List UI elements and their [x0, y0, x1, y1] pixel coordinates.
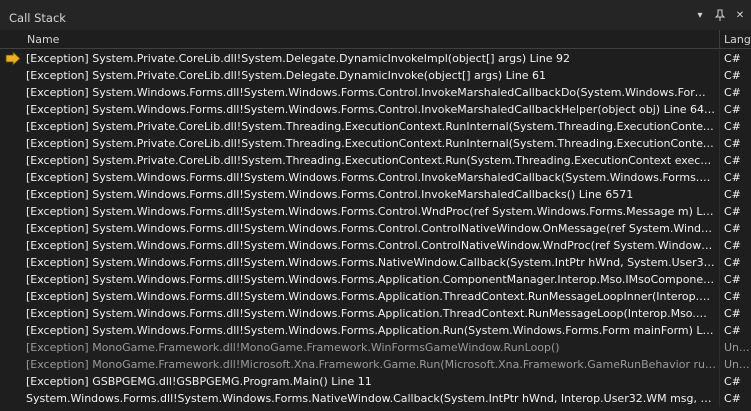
stack-frame-language: C# [724, 239, 741, 252]
stack-frame-row[interactable]: [Exception] System.Windows.Forms.dll!Sys… [0, 203, 751, 220]
column-separator [719, 169, 720, 186]
stack-frame-name: [Exception] System.Windows.Forms.dll!Sys… [26, 222, 716, 235]
stack-frame-name: [Exception] System.Private.CoreLib.dll!S… [26, 154, 716, 167]
column-separator [719, 152, 720, 169]
stack-frame-row[interactable]: [Exception] System.Windows.Forms.dll!Sys… [0, 288, 751, 305]
column-header-language[interactable]: Lang [724, 33, 751, 46]
stack-frame-row[interactable]: [Exception] System.Windows.Forms.dll!Sys… [0, 220, 751, 237]
column-header-name[interactable]: Name [27, 33, 59, 46]
stack-frame-language: C# [724, 392, 741, 405]
stack-frame-row[interactable]: [Exception] System.Windows.Forms.dll!Sys… [0, 169, 751, 186]
close-icon[interactable]: ✕ [735, 9, 745, 26]
stack-frame-name: [Exception] System.Windows.Forms.dll!Sys… [26, 103, 716, 116]
stack-frame-row[interactable]: [Exception] System.Private.CoreLib.dll!S… [0, 67, 751, 84]
stack-frame-name: [Exception] System.Windows.Forms.dll!Sys… [26, 188, 634, 201]
stack-frame-language: C# [724, 290, 741, 303]
stack-frame-row[interactable]: [Exception] System.Windows.Forms.dll!Sys… [0, 186, 751, 203]
column-separator [719, 390, 720, 407]
stack-frame-language: C# [724, 69, 741, 82]
stack-frame-language: C# [724, 86, 741, 99]
panel-title: Call Stack [9, 11, 66, 25]
stack-frame-row[interactable]: [Exception] System.Windows.Forms.dll!Sys… [0, 322, 751, 339]
stack-frame-name: [Exception] System.Private.CoreLib.dll!S… [26, 120, 716, 133]
stack-frame-row[interactable]: [Exception] System.Private.CoreLib.dll!S… [0, 118, 751, 135]
stack-frame-name: [Exception] System.Windows.Forms.dll!Sys… [26, 86, 716, 99]
column-separator [719, 67, 720, 84]
column-separator [719, 254, 720, 271]
stack-frame-language: C# [724, 324, 741, 337]
stack-frame-language: C# [724, 137, 741, 150]
column-separator [719, 101, 720, 118]
call-stack-list: [Exception] System.Private.CoreLib.dll!S… [0, 50, 751, 407]
stack-frame-name: [Exception] System.Windows.Forms.dll!Sys… [26, 171, 716, 184]
stack-frame-name: [Exception] System.Windows.Forms.dll!Sys… [26, 290, 716, 303]
title-icons: ▾ ✕ [695, 9, 745, 26]
column-separator [719, 118, 720, 135]
column-separator [719, 322, 720, 339]
column-separator [719, 288, 720, 305]
stack-frame-language: C# [724, 375, 741, 388]
stack-frame-row[interactable]: [Exception] System.Windows.Forms.dll!Sys… [0, 305, 751, 322]
stack-frame-name: [Exception] System.Private.CoreLib.dll!S… [26, 69, 547, 82]
pin-icon[interactable] [714, 9, 726, 26]
stack-frame-row[interactable]: [Exception] System.Private.CoreLib.dll!S… [0, 135, 751, 152]
stack-frame-name: [Exception] System.Windows.Forms.dll!Sys… [26, 239, 716, 252]
stack-frame-name: [Exception] System.Private.CoreLib.dll!S… [26, 52, 571, 65]
stack-frame-row[interactable]: [Exception] System.Private.CoreLib.dll!S… [0, 50, 751, 67]
dropdown-icon[interactable]: ▾ [695, 9, 705, 26]
stack-frame-name: [Exception] GSBPGEMG.dll!GSBPGEMG.Progra… [26, 375, 372, 388]
stack-frame-row[interactable]: [Exception] GSBPGEMG.dll!GSBPGEMG.Progra… [0, 373, 751, 390]
stack-frame-language: C# [724, 307, 741, 320]
column-separator [719, 203, 720, 220]
stack-frame-language: C# [724, 103, 741, 116]
stack-frame-language: C# [724, 171, 741, 184]
column-separator [719, 50, 720, 67]
stack-frame-name: [Exception] System.Windows.Forms.dll!Sys… [26, 273, 716, 286]
stack-frame-row[interactable]: [Exception] System.Windows.Forms.dll!Sys… [0, 101, 751, 118]
column-separator [719, 356, 720, 373]
stack-frame-language: C# [724, 256, 741, 269]
stack-frame-row[interactable]: [Exception] MonoGame.Framework.dll!MonoG… [0, 339, 751, 356]
stack-frame-language: C# [724, 154, 741, 167]
column-separator [719, 220, 720, 237]
stack-frame-name: [Exception] MonoGame.Framework.dll!MonoG… [26, 341, 560, 354]
stack-frame-name: System.Windows.Forms.dll!System.Windows.… [26, 392, 716, 405]
stack-frame-row[interactable]: [Exception] MonoGame.Framework.dll!Micro… [0, 356, 751, 373]
stack-frame-row[interactable]: [Exception] System.Windows.Forms.dll!Sys… [0, 271, 751, 288]
stack-frame-row[interactable]: System.Windows.Forms.dll!System.Windows.… [0, 390, 751, 407]
stack-frame-name: [Exception] System.Windows.Forms.dll!Sys… [26, 307, 716, 320]
stack-frame-row[interactable]: [Exception] System.Private.CoreLib.dll!S… [0, 152, 751, 169]
column-header: Name Lang [0, 30, 751, 49]
stack-frame-row[interactable]: [Exception] System.Windows.Forms.dll!Sys… [0, 254, 751, 271]
column-separator [719, 237, 720, 254]
stack-frame-language: C# [724, 222, 741, 235]
stack-frame-language: Un... [724, 358, 750, 371]
stack-frame-language: Un... [724, 341, 750, 354]
column-separator [719, 271, 720, 288]
column-separator [719, 186, 720, 203]
column-separator [719, 305, 720, 322]
stack-frame-name: [Exception] System.Windows.Forms.dll!Sys… [26, 324, 716, 337]
stack-frame-language: C# [724, 188, 741, 201]
stack-frame-language: C# [724, 273, 741, 286]
call-stack-panel: Call Stack ▾ ✕ Name Lang [Exception] Sys… [0, 0, 751, 411]
stack-frame-language: C# [724, 205, 741, 218]
stack-frame-row[interactable]: [Exception] System.Windows.Forms.dll!Sys… [0, 84, 751, 101]
stack-frame-row[interactable]: [Exception] System.Windows.Forms.dll!Sys… [0, 237, 751, 254]
stack-frame-language: C# [724, 120, 741, 133]
column-separator [719, 339, 720, 356]
stack-frame-language: C# [724, 52, 741, 65]
current-frame-arrow-icon [5, 51, 21, 66]
stack-frame-name: [Exception] System.Windows.Forms.dll!Sys… [26, 256, 716, 269]
stack-frame-name: [Exception] System.Private.CoreLib.dll!S… [26, 137, 716, 150]
panel-titlebar: Call Stack ▾ ✕ [0, 0, 751, 30]
column-separator [719, 135, 720, 152]
stack-frame-name: [Exception] System.Windows.Forms.dll!Sys… [26, 205, 716, 218]
column-separator [719, 373, 720, 390]
column-divider[interactable] [719, 30, 720, 49]
stack-frame-name: [Exception] MonoGame.Framework.dll!Micro… [26, 358, 716, 371]
column-separator [719, 84, 720, 101]
